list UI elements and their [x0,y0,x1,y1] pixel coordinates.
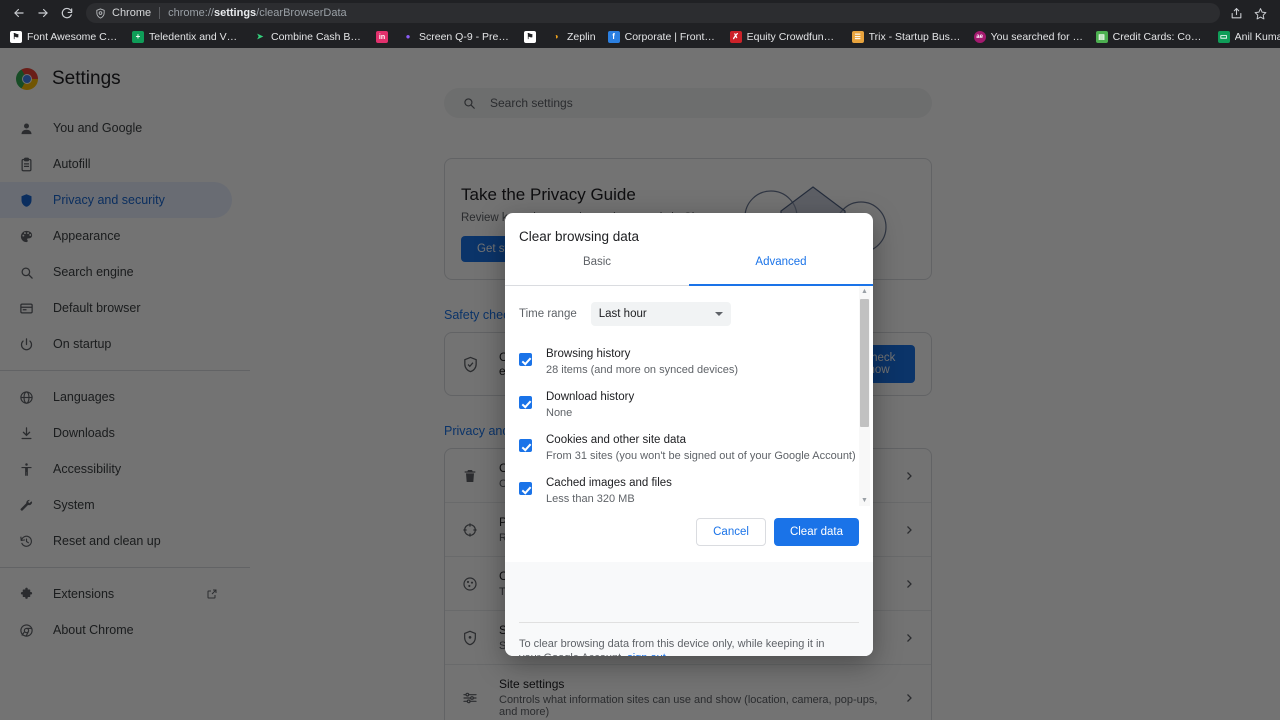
scroll-up-arrow-icon[interactable]: ▲ [861,286,868,297]
cancel-button[interactable]: Cancel [696,518,766,546]
option-subtitle: From 31 sites (you won't be signed out o… [546,450,856,462]
bookmark-item[interactable]: ◑ Zeplin [546,29,602,45]
favicon: ◑ [550,31,562,43]
scrollbar-thumb[interactable] [860,299,869,427]
option-title: Cached images and files [546,477,672,489]
time-range-label: Time range [519,308,577,320]
option-title: Download history [546,391,635,403]
favicon: ⚑ [10,31,22,43]
footer-text: To clear browsing data from this device … [519,623,839,656]
bookmark-item[interactable]: ➤Combine Cash Back... [250,29,370,45]
forward-arrow-icon[interactable] [32,2,54,24]
bookmark-item[interactable]: ▤ Credit Cards: Comp... [1092,29,1212,45]
favicon: ● [402,31,414,43]
bookmark-item[interactable]: in [372,29,396,45]
bookmark-item[interactable]: ● Screen Q-9 - Prese... [398,29,518,45]
option-subtitle: 28 items (and more on synced devices) [546,364,738,376]
omnibox-chip-label: Chrome [112,7,152,19]
time-range-control: Time range Last hour [505,286,859,326]
chrome-shield-icon [95,7,106,19]
option-title: Browsing history [546,348,631,360]
tab-basic[interactable]: Basic [505,256,689,285]
option-cookies-and-other-site-data[interactable]: Cookies and other site data From 31 site… [519,426,859,469]
favicon: ➤ [254,31,266,43]
browser-toolbar: Chrome chrome://settings/clearBrowserDat… [0,0,1280,26]
bookmarks-bar: ⚑ Font Awesome Che... + Teledentix and VDC… [0,26,1280,48]
bookmark-item[interactable]: ⚑ Font Awesome Che... [6,29,126,45]
dialog-body: Time range Last hour Browsing history 28… [505,286,873,506]
address-bar[interactable]: Chrome chrome://settings/clearBrowserDat… [86,3,1220,23]
favicon: ae [973,31,986,43]
dialog-tabs: Basic Advanced [505,256,873,286]
dialog-actions: Cancel Clear data [505,506,873,562]
favicon: ▭ [1217,31,1230,43]
dialog-footer: To clear browsing data from this device … [505,562,873,656]
favicon: in [376,31,388,43]
toolbar-icons [1228,5,1272,21]
bookmark-item[interactable]: ⚑ [520,29,544,45]
scrollbar-track[interactable] [859,297,870,495]
option-browsing-history[interactable]: Browsing history 28 items (and more on s… [519,340,859,383]
browser-chrome: Chrome chrome://settings/clearBrowserDat… [0,0,1280,48]
omnibox-divider [159,7,161,19]
clear-browsing-data-dialog: Clear browsing data Basic Advanced Time … [505,213,873,656]
bookmark-item[interactable]: + Teledentix and VDC... [128,29,248,45]
chevron-down-icon [714,312,723,316]
option-subtitle: Less than 320 MB [546,493,635,505]
dialog-scrollbar[interactable]: ▲ ▼ [859,286,870,506]
option-subtitle: None [546,407,573,419]
checkbox[interactable] [519,396,532,409]
favicon: f [607,31,620,43]
time-range-value: Last hour [598,308,647,320]
sign-out-link[interactable]: sign out [627,652,666,656]
bookmark-item[interactable]: ae You searched for da... [970,29,1090,45]
checkbox[interactable] [519,482,532,495]
bookmark-item[interactable]: f Corporate | Front -... [604,29,724,45]
favicon: ▤ [1095,31,1108,43]
favicon: ☰ [851,31,864,43]
bookmark-item[interactable]: ☰ Trix - Startup Busin... [848,29,968,45]
checkbox[interactable] [519,439,532,452]
favicon: ⚑ [524,31,536,43]
bookmark-item[interactable]: ✗ Equity Crowdfundin... [726,29,846,45]
option-download-history[interactable]: Download history None [519,383,859,426]
time-range-select[interactable]: Last hour [590,302,731,326]
scroll-down-arrow-icon[interactable]: ▼ [861,495,868,506]
bookmark-star-icon[interactable] [1252,5,1268,21]
omnibox-url: chrome://settings/clearBrowserData [168,7,347,19]
favicon: + [132,31,144,43]
bookmark-item[interactable]: ▭Anil Kumar - Chat [1214,29,1280,45]
settings-page: Settings You and Google Autofill Privacy… [0,48,1280,720]
share-icon[interactable] [1228,5,1244,21]
favicon: ✗ [729,31,742,43]
back-arrow-icon[interactable] [8,2,30,24]
checkbox[interactable] [519,353,532,366]
option-title: Cookies and other site data [546,434,687,446]
tab-advanced[interactable]: Advanced [689,256,873,286]
reload-icon[interactable] [56,2,78,24]
option-cached-images-and-files[interactable]: Cached images and files Less than 320 MB [519,469,859,506]
dialog-title: Clear browsing data [519,229,640,244]
data-type-options: Browsing history 28 items (and more on s… [505,326,859,506]
clear-data-button[interactable]: Clear data [773,518,859,546]
